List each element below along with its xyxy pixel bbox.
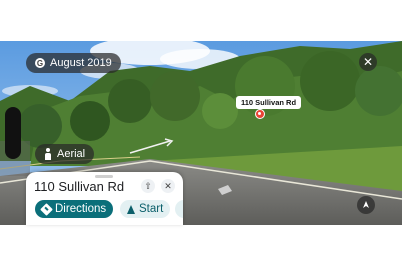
directions-button[interactable]: Directions [35,200,114,218]
place-title: 110 Sullivan Rd [34,179,125,194]
aerial-label: Aerial [57,148,86,160]
share-icon: ⇧ [144,180,152,191]
place-info-sheet[interactable]: 110 Sullivan Rd ⇧ ✕ Directions Start [26,172,183,225]
close-icon: ✕ [362,55,374,69]
google-logo-icon: G [35,58,45,68]
directions-label: Directions [55,203,107,215]
close-street-view-button[interactable]: ✕ [359,53,377,71]
pegman-icon [44,148,52,160]
close-sheet-button[interactable]: ✕ [161,179,175,193]
place-pin-icon[interactable] [255,109,265,119]
imagery-date-label: August 2019 [50,57,112,69]
compass-button[interactable] [357,196,375,214]
more-actions-button[interactable] [175,200,183,218]
close-icon: ✕ [164,180,172,191]
start-button[interactable]: Start [120,200,171,218]
place-marker-label[interactable]: 110 Sullivan Rd [236,96,302,109]
share-button[interactable]: ⇧ [141,179,155,193]
zoom-slider[interactable] [5,107,21,159]
start-label: Start [139,203,164,215]
compass-icon [363,201,369,208]
imagery-date-chip[interactable]: G August 2019 [26,53,121,73]
directions-icon [40,202,53,216]
navigation-arrow-icon [127,204,135,214]
aerial-view-button[interactable]: Aerial [35,144,95,164]
sheet-drag-handle[interactable] [95,175,113,178]
